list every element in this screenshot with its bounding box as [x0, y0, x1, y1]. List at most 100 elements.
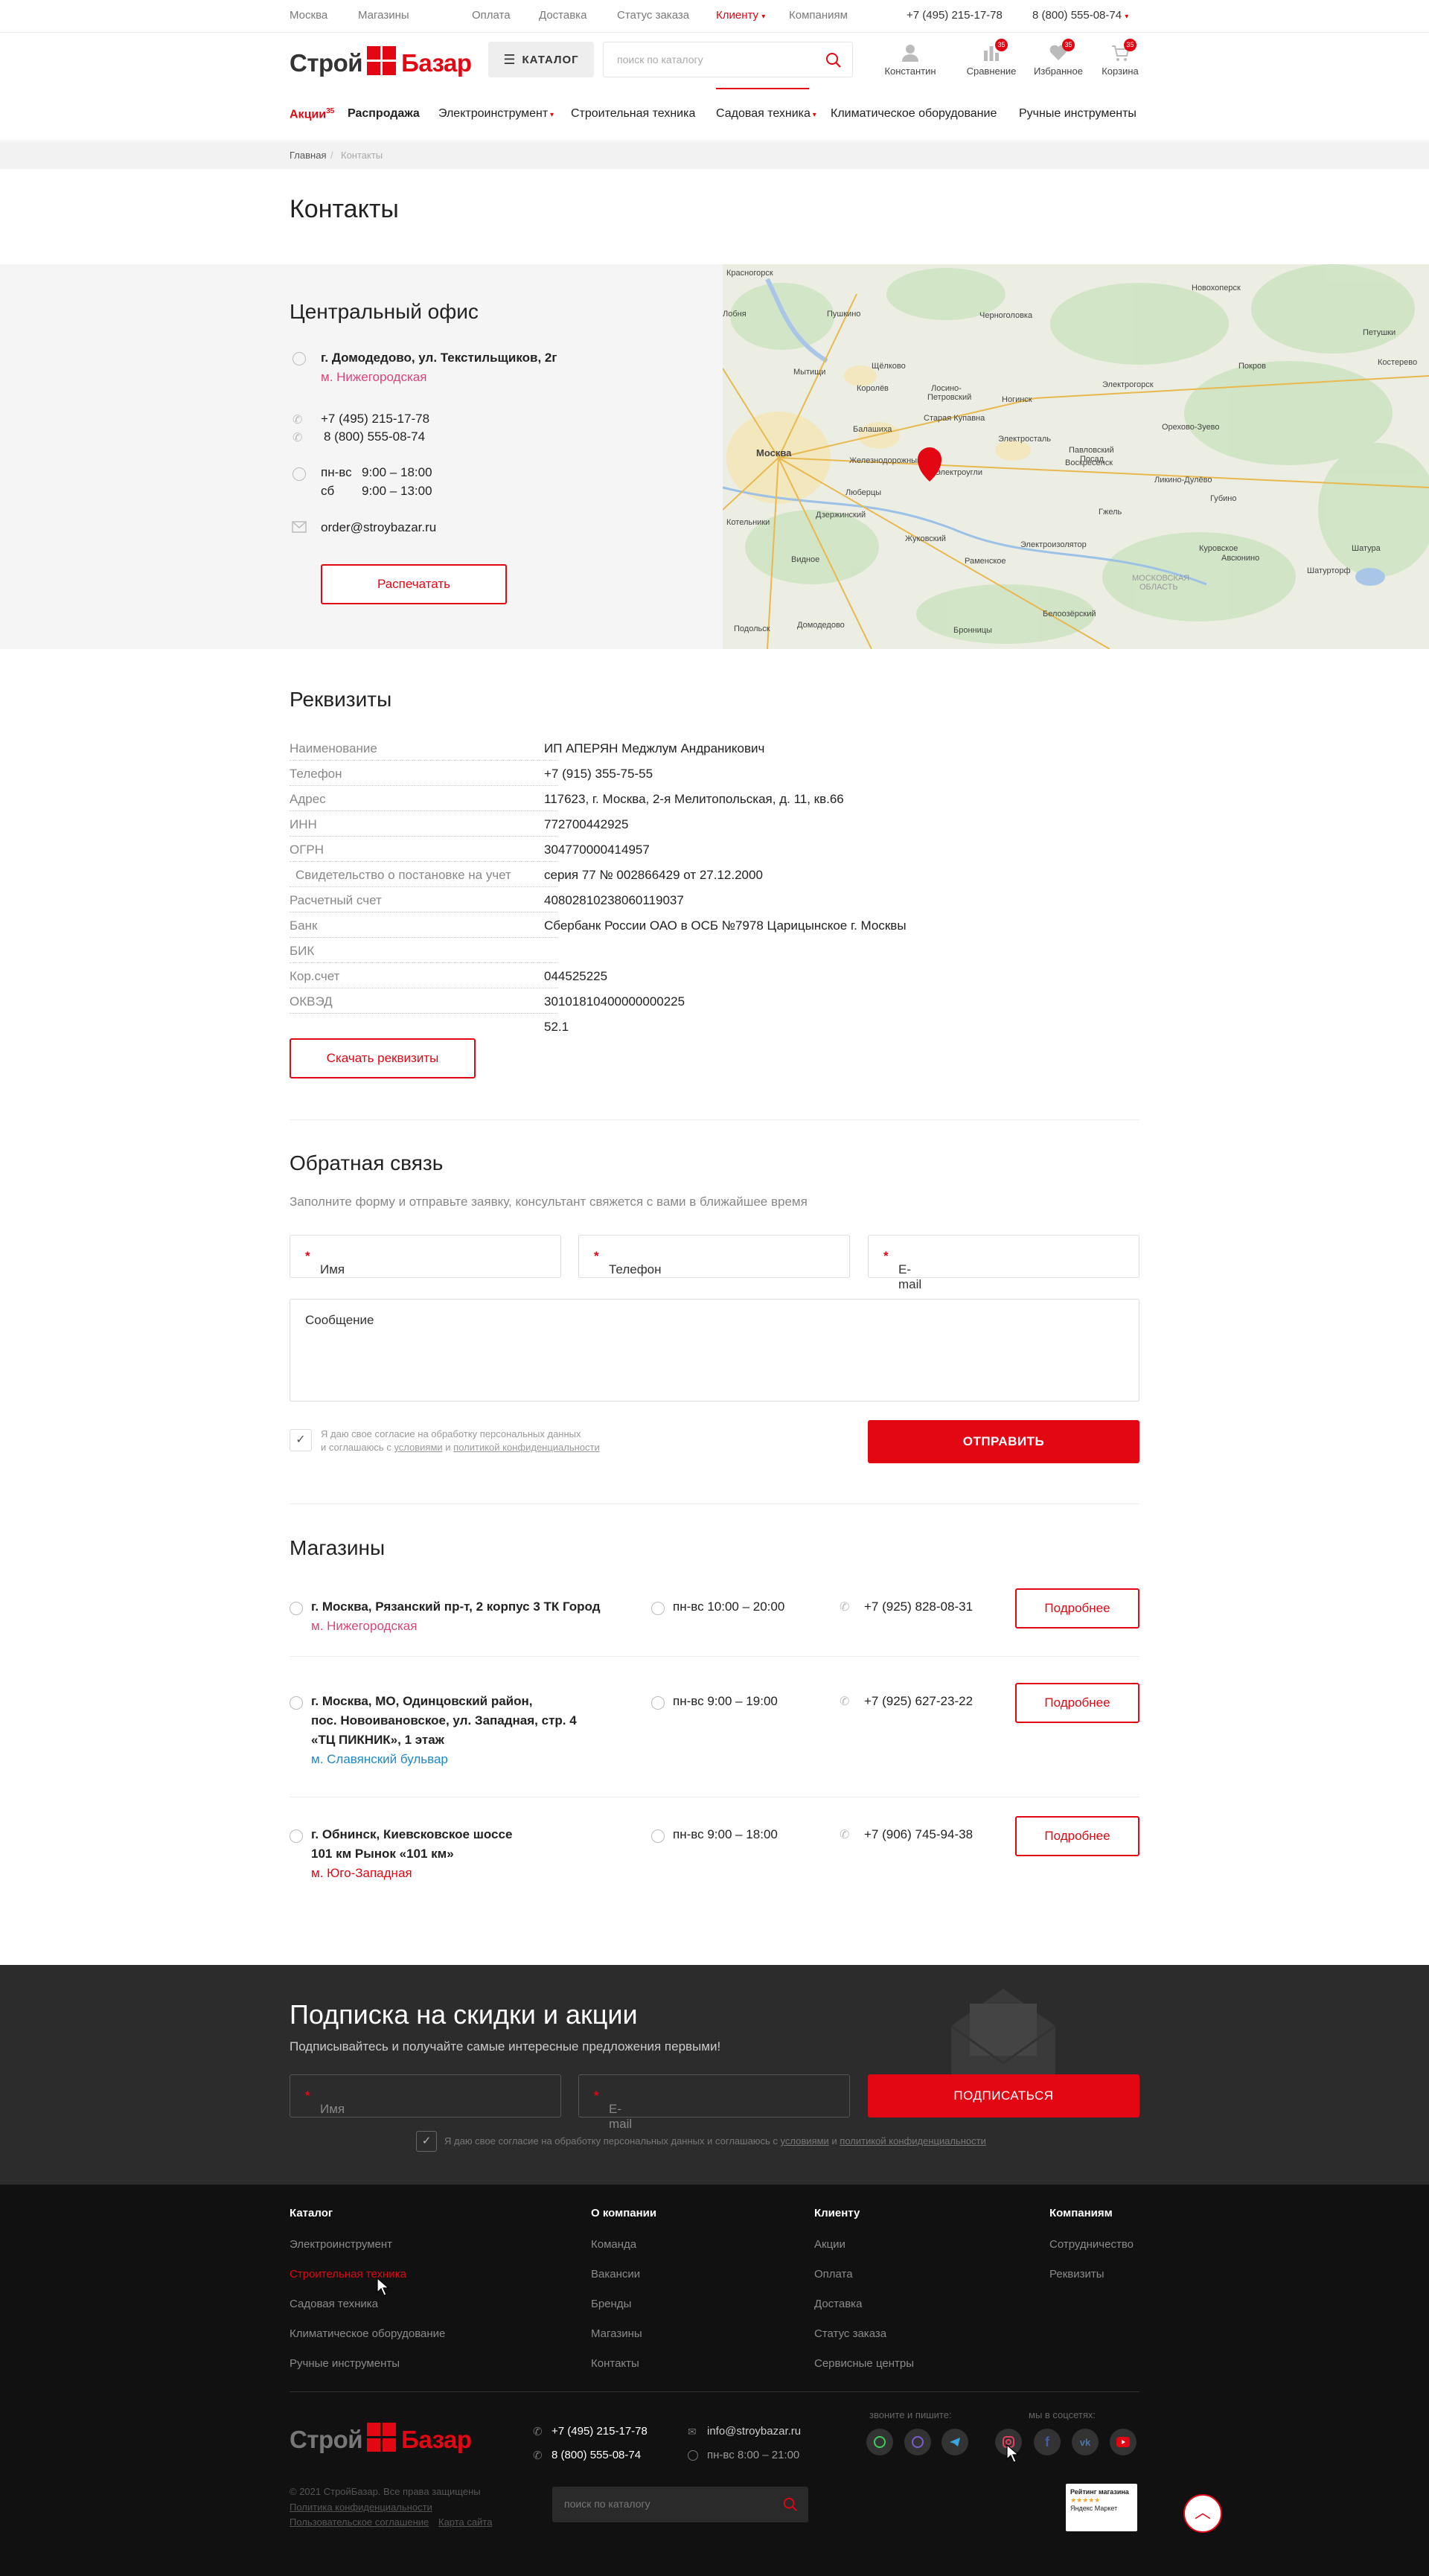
- subscribe-policy-link[interactable]: политикой конфиденциальности: [840, 2135, 986, 2147]
- header-cart[interactable]: 35 Корзина: [1087, 39, 1154, 77]
- footer-email[interactable]: info@stroybazar.ru: [707, 2425, 801, 2438]
- office-email[interactable]: order@stroybazar.ru: [321, 520, 436, 535]
- subscribe-consent-checkbox[interactable]: ✓: [416, 2131, 437, 2152]
- hamburger-icon: ☰: [503, 51, 517, 67]
- top-link-delivery[interactable]: Доставка: [539, 9, 586, 22]
- nav-item-hand-tools[interactable]: Ручные инструменты: [1019, 107, 1137, 121]
- shop-phone[interactable]: +7 (906) 745-94-38: [864, 1827, 973, 1842]
- footer-link[interactable]: Акции: [814, 2238, 845, 2251]
- footer-link[interactable]: Вакансии: [591, 2268, 640, 2281]
- name-field[interactable]: Имя *: [290, 1235, 561, 1278]
- catalog-button[interactable]: ☰ КАТАЛОГ: [488, 42, 594, 77]
- top-link-order-status[interactable]: Статус заказа: [617, 9, 689, 22]
- subscribe-consent-and: и: [828, 2135, 840, 2147]
- youtube-icon[interactable]: [1110, 2429, 1137, 2455]
- nav-item-clearance[interactable]: Распродажа: [348, 107, 420, 121]
- viber-icon[interactable]: [904, 2429, 931, 2455]
- footer-phone-2[interactable]: 8 (800) 555-08-74: [552, 2449, 641, 2461]
- top-phone-2[interactable]: 8 (800) 555-08-74 ▾: [1032, 9, 1128, 22]
- footer-privacy-link[interactable]: Политика конфиденциальности: [290, 2502, 432, 2513]
- subscribe-name-field[interactable]: Имя *: [290, 2074, 561, 2118]
- office-phone-1[interactable]: +7 (495) 215-17-78: [321, 412, 429, 426]
- shop-address-line: пос. Новоивановское, ул. Западная, стр. …: [311, 1713, 577, 1728]
- requisites-label: Банк: [290, 918, 557, 938]
- subscribe-terms-link[interactable]: условиями: [781, 2135, 829, 2147]
- top-phone-1[interactable]: +7 (495) 215-17-78: [907, 9, 1003, 22]
- footer-phone-1[interactable]: +7 (495) 215-17-78: [552, 2425, 648, 2438]
- svg-text:Шатурторф: Шатурторф: [1307, 566, 1351, 575]
- whatsapp-icon[interactable]: [866, 2429, 893, 2455]
- consent-checkbox[interactable]: ✓: [290, 1429, 312, 1451]
- shop-address-line: г. Обнинск, Киевсковское шоссе: [311, 1827, 513, 1841]
- submit-button[interactable]: ОТПРАВИТЬ: [868, 1420, 1139, 1463]
- shop-more-button[interactable]: Подробнее: [1015, 1683, 1139, 1723]
- message-field[interactable]: Сообщение: [290, 1299, 1139, 1402]
- footer-call-label: звоните и пишите:: [869, 2409, 952, 2420]
- phone-icon: ✆: [292, 414, 303, 426]
- logo-text-right: Базар: [401, 49, 472, 77]
- subscribe-email-field[interactable]: E-mail *: [578, 2074, 850, 2131]
- phone-field[interactable]: Телефон *: [578, 1235, 850, 1278]
- footer-link[interactable]: Доставка: [814, 2298, 862, 2310]
- email-field[interactable]: E-mail *: [868, 1235, 1139, 1291]
- header-favorites[interactable]: 35 Избранное: [1025, 39, 1092, 77]
- consent-terms-link[interactable]: условиями: [394, 1442, 442, 1453]
- nav-item-construction[interactable]: Строительная техника: [571, 107, 695, 121]
- footer-link[interactable]: Контакты: [591, 2357, 639, 2370]
- office-title: Центральный офис: [290, 300, 479, 323]
- consent-policy-link[interactable]: политикой конфиденциальности: [453, 1442, 600, 1453]
- print-button[interactable]: Распечатать: [321, 564, 507, 604]
- footer-search-input[interactable]: поиск по каталогу: [552, 2487, 808, 2522]
- search-icon[interactable]: [825, 52, 842, 68]
- header-user[interactable]: Константин: [877, 43, 944, 77]
- top-link-payment[interactable]: Оплата: [472, 9, 511, 22]
- footer-link[interactable]: Команда: [591, 2238, 636, 2251]
- nav-item-garden[interactable]: Садовая техника ▾: [716, 107, 816, 121]
- footer-link[interactable]: Садовая техника: [290, 2298, 378, 2310]
- footer-link[interactable]: Статус заказа: [814, 2327, 886, 2340]
- footer-sitemap-link[interactable]: Карта сайта: [438, 2516, 492, 2528]
- telegram-icon[interactable]: [942, 2429, 968, 2455]
- store-rating-badge[interactable]: Рейтинг магазина ★★★★★ Яндекс Маркет: [1066, 2484, 1137, 2531]
- scroll-to-top-button[interactable]: ︿: [1183, 2494, 1222, 2533]
- office-phone-2[interactable]: 8 (800) 555-08-74: [324, 429, 425, 444]
- nav-item-garden-label: Садовая техника: [716, 107, 811, 120]
- footer-link[interactable]: Сервисные центры: [814, 2357, 914, 2370]
- download-requisites-button[interactable]: Скачать реквизиты: [290, 1038, 476, 1078]
- footer-link[interactable]: Реквизиты: [1049, 2268, 1104, 2281]
- header-search-input[interactable]: поиск по каталогу: [603, 42, 853, 77]
- footer-logo[interactable]: Строй Базар: [290, 2423, 472, 2454]
- footer-link[interactable]: Климатическое оборудование: [290, 2327, 445, 2340]
- shop-phone[interactable]: +7 (925) 627-23-22: [864, 1694, 973, 1709]
- facebook-icon[interactable]: f: [1034, 2429, 1061, 2455]
- header-compare[interactable]: 35 Сравнение: [958, 39, 1025, 77]
- breadcrumb-current: Контакты: [341, 150, 383, 161]
- page-title: Контакты: [290, 195, 399, 223]
- footer-link[interactable]: Оплата: [814, 2268, 853, 2281]
- site-logo[interactable]: Строй Базар: [290, 46, 472, 77]
- top-link-client[interactable]: Клиенту ▾: [716, 9, 765, 22]
- nav-item-climate[interactable]: Климатическое оборудование: [831, 107, 997, 121]
- nav-item-sales[interactable]: Акции35: [290, 107, 334, 121]
- footer-link[interactable]: Магазины: [591, 2327, 642, 2340]
- top-link-companies[interactable]: Компаниям: [789, 9, 848, 22]
- svg-text:Видное: Видное: [791, 555, 819, 564]
- shop-more-button[interactable]: Подробнее: [1015, 1816, 1139, 1856]
- footer-link[interactable]: Бренды: [591, 2298, 631, 2310]
- footer-link[interactable]: Сотрудничество: [1049, 2238, 1134, 2251]
- svg-text:Авсюнино: Авсюнино: [1221, 554, 1259, 563]
- nav-item-power-tools[interactable]: Электроинструмент ▾: [438, 107, 554, 121]
- footer-agreement-link[interactable]: Пользовательское соглашение: [290, 2516, 429, 2528]
- search-icon[interactable]: [783, 2497, 798, 2512]
- footer-link[interactable]: Ручные инструменты: [290, 2357, 400, 2370]
- subscribe-button[interactable]: ПОДПИСАТЬСЯ: [868, 2074, 1139, 2118]
- footer-link[interactable]: Электроинструмент: [290, 2238, 392, 2251]
- shop-phone[interactable]: +7 (925) 828-08-31: [864, 1599, 973, 1614]
- svg-text:Петровский: Петровский: [927, 393, 971, 402]
- vk-icon[interactable]: vk: [1072, 2429, 1099, 2455]
- top-link-shops[interactable]: Магазины: [358, 9, 409, 22]
- office-map[interactable]: Красногорск Лобня Пушкино Черноголовка Мыти…: [723, 264, 1429, 649]
- shop-more-button[interactable]: Подробнее: [1015, 1588, 1139, 1629]
- city-selector[interactable]: Москва: [290, 9, 327, 22]
- breadcrumb-home[interactable]: Главная: [290, 150, 326, 161]
